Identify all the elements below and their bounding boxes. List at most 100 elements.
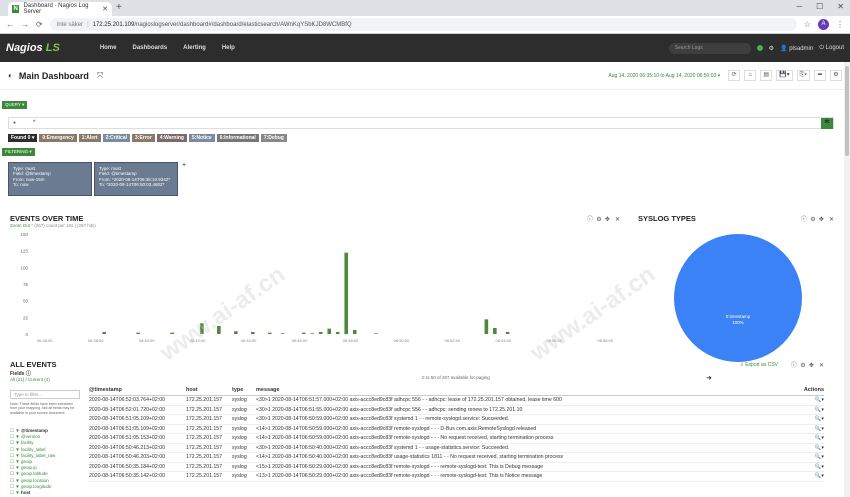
chart-bar[interactable] xyxy=(136,332,140,334)
url-field[interactable]: Inte säker | 172.25.201.109 /nagioslogse… xyxy=(49,18,797,31)
chart-bar[interactable] xyxy=(344,252,349,334)
table-row[interactable]: 2020-08-14T06:50:35.184+02:00 172.25.201.… xyxy=(89,463,824,472)
forward-icon[interactable]: → xyxy=(21,20,29,29)
chart-bar[interactable] xyxy=(484,319,489,334)
chart-bar[interactable] xyxy=(493,328,497,334)
pie-slice[interactable] xyxy=(674,234,802,362)
col-type[interactable]: type xyxy=(232,387,256,393)
row-actions[interactable]: 🔍▾ xyxy=(794,445,824,451)
scrollbar-thumb[interactable] xyxy=(845,66,849,156)
date-range-picker[interactable]: Aug 14, 2020 06:35:10 to Aug 14, 2020 06… xyxy=(608,73,720,79)
table-row[interactable]: 2020-08-14T06:50:46.213+02:00 172.25.201.… xyxy=(89,444,824,453)
level-emergency[interactable]: 0:Emergency xyxy=(39,134,77,142)
star-icon[interactable]: ☆ xyxy=(804,20,811,29)
chart-bar[interactable] xyxy=(102,332,106,334)
table-row[interactable]: 2020-08-14T06:52:03.764+02:00 172.25.201.… xyxy=(89,396,824,406)
nav-dashboards[interactable]: Dashboards xyxy=(132,45,167,51)
chart-bar[interactable] xyxy=(318,332,323,334)
search-logs-input[interactable]: Search Logs xyxy=(668,42,751,54)
settings-icon[interactable]: ⚙ xyxy=(596,217,601,223)
row-actions[interactable]: 🔍▾ xyxy=(794,407,824,413)
profile-avatar[interactable]: A xyxy=(818,19,829,30)
level-informational[interactable]: 6:Informational xyxy=(216,134,259,142)
zoom-out-link[interactable]: Zoom Out xyxy=(10,223,30,228)
folder-button[interactable]: ▤ xyxy=(760,70,773,81)
move-icon[interactable]: ✥ xyxy=(605,217,610,223)
level-notice[interactable]: 5:Notice xyxy=(188,134,215,142)
chart-bar[interactable] xyxy=(251,332,255,334)
resize-icon[interactable]: ⤧ xyxy=(97,71,103,81)
row-actions[interactable]: 🔍▾ xyxy=(794,416,824,422)
field-filter-input[interactable]: Type to filter... xyxy=(10,390,80,399)
chart-bar[interactable] xyxy=(217,326,221,334)
home-button[interactable]: ⌂ xyxy=(744,70,757,81)
col-message[interactable]: message xyxy=(256,387,794,393)
table-row[interactable]: 2020-08-14T06:50:35.142+02:00 172.25.201.… xyxy=(89,472,824,482)
chart-bar[interactable] xyxy=(267,332,272,334)
level-debug[interactable]: 7:Debug xyxy=(260,134,287,142)
row-actions[interactable]: 🔍▾ xyxy=(794,473,824,479)
close-icon[interactable]: ✕ xyxy=(829,217,834,223)
table-row[interactable]: 2020-08-14T06:52:01.720+02:00 172.25.201.… xyxy=(89,406,824,415)
nagios-logo[interactable]: Nagios LS xyxy=(6,42,60,54)
filter-card[interactable]: Type: must Field: @timestamp From: *2020… xyxy=(94,162,178,196)
row-actions[interactable]: 🔍▾ xyxy=(794,464,824,470)
table-row[interactable]: 2020-08-14T06:51:05.109+02:00 172.25.201.… xyxy=(89,415,824,425)
chart-bar[interactable] xyxy=(310,333,315,334)
field-item[interactable]: ☐ ▼ host xyxy=(10,490,80,496)
query-color-dot-icon[interactable]: ● xyxy=(13,120,16,126)
menu-icon[interactable]: ⋮ xyxy=(836,20,844,29)
query-input[interactable]: * xyxy=(33,120,35,126)
settings-icon[interactable]: ⚙ xyxy=(810,217,815,223)
table-row[interactable]: 2020-08-14T06:51:05.109+02:00 172.25.201.… xyxy=(89,425,824,434)
filtering-toggle[interactable]: FILTERING ▾ xyxy=(2,148,35,156)
col-host[interactable]: host xyxy=(186,387,232,393)
table-row[interactable]: 2020-08-14T06:50:46.203+02:00 172.25.201.… xyxy=(89,453,824,463)
logout-link[interactable]: ⏻ Logout xyxy=(819,45,844,52)
tab-close-icon[interactable]: ✕ xyxy=(102,5,108,13)
chart-bar[interactable] xyxy=(352,330,357,334)
nav-help[interactable]: Help xyxy=(222,45,235,51)
add-filter-icon[interactable]: + xyxy=(182,162,186,196)
info-icon[interactable]: ⓘ xyxy=(801,217,807,223)
table-row[interactable]: 2020-08-14T06:51:05.153+02:00 172.25.201.… xyxy=(89,434,824,444)
close-icon[interactable]: ✕ xyxy=(819,363,824,369)
move-icon[interactable]: ✥ xyxy=(809,363,814,369)
level-warning[interactable]: 4:Warning xyxy=(156,134,187,142)
chart-bar[interactable] xyxy=(200,323,204,334)
level-alert[interactable]: 1:Alert xyxy=(78,134,101,142)
reload-icon[interactable]: ⟳ xyxy=(36,20,43,29)
settings-icon[interactable]: ⚙ xyxy=(769,45,774,52)
query-toggle[interactable]: QUERY ▾ xyxy=(2,101,28,109)
chart-bar[interactable] xyxy=(374,333,378,334)
chart-bar[interactable] xyxy=(170,332,174,334)
level-critical[interactable]: 2:Critical xyxy=(102,134,130,142)
minimize-icon[interactable]: ─ xyxy=(796,2,802,11)
row-actions[interactable]: 🔍▾ xyxy=(794,435,824,441)
back-icon[interactable]: ← xyxy=(6,20,14,29)
nav-alerting[interactable]: Alerting xyxy=(183,45,206,51)
save-button[interactable]: 💾▾ xyxy=(776,70,793,81)
filter-card[interactable]: Type: must Field: @timestamp From: now-1… xyxy=(8,162,92,196)
info-icon[interactable]: ⓘ xyxy=(587,217,593,223)
query-add-icon[interactable]: ✱ xyxy=(824,118,830,126)
chart-bar[interactable] xyxy=(301,332,306,334)
refresh-button[interactable]: ⟳ xyxy=(728,70,741,81)
share-button[interactable]: ➦ xyxy=(814,70,826,81)
row-actions[interactable]: 🔍▾ xyxy=(794,426,824,432)
chart-bar[interactable] xyxy=(234,331,238,334)
chart-bar[interactable] xyxy=(327,328,332,334)
new-tab-icon[interactable]: + xyxy=(116,2,122,13)
col-timestamp[interactable]: @timestamp xyxy=(89,387,186,393)
row-actions[interactable]: 🔍▾ xyxy=(794,397,824,403)
settings-icon[interactable]: ⚙ xyxy=(800,363,805,369)
export-button[interactable]: ⎘▾ xyxy=(796,70,810,81)
info-icon[interactable]: ⓘ xyxy=(791,363,797,369)
export-csv-link[interactable]: ⇩ Export as CSV xyxy=(740,362,778,368)
user-menu[interactable]: 👤 plsadmin xyxy=(780,45,813,52)
next-page-icon[interactable]: ➜ xyxy=(706,374,712,382)
level-error[interactable]: 3:Error xyxy=(132,134,155,142)
chart-bar[interactable] xyxy=(280,333,285,334)
move-icon[interactable]: ✥ xyxy=(819,217,824,223)
maximize-icon[interactable]: ☐ xyxy=(816,2,823,11)
